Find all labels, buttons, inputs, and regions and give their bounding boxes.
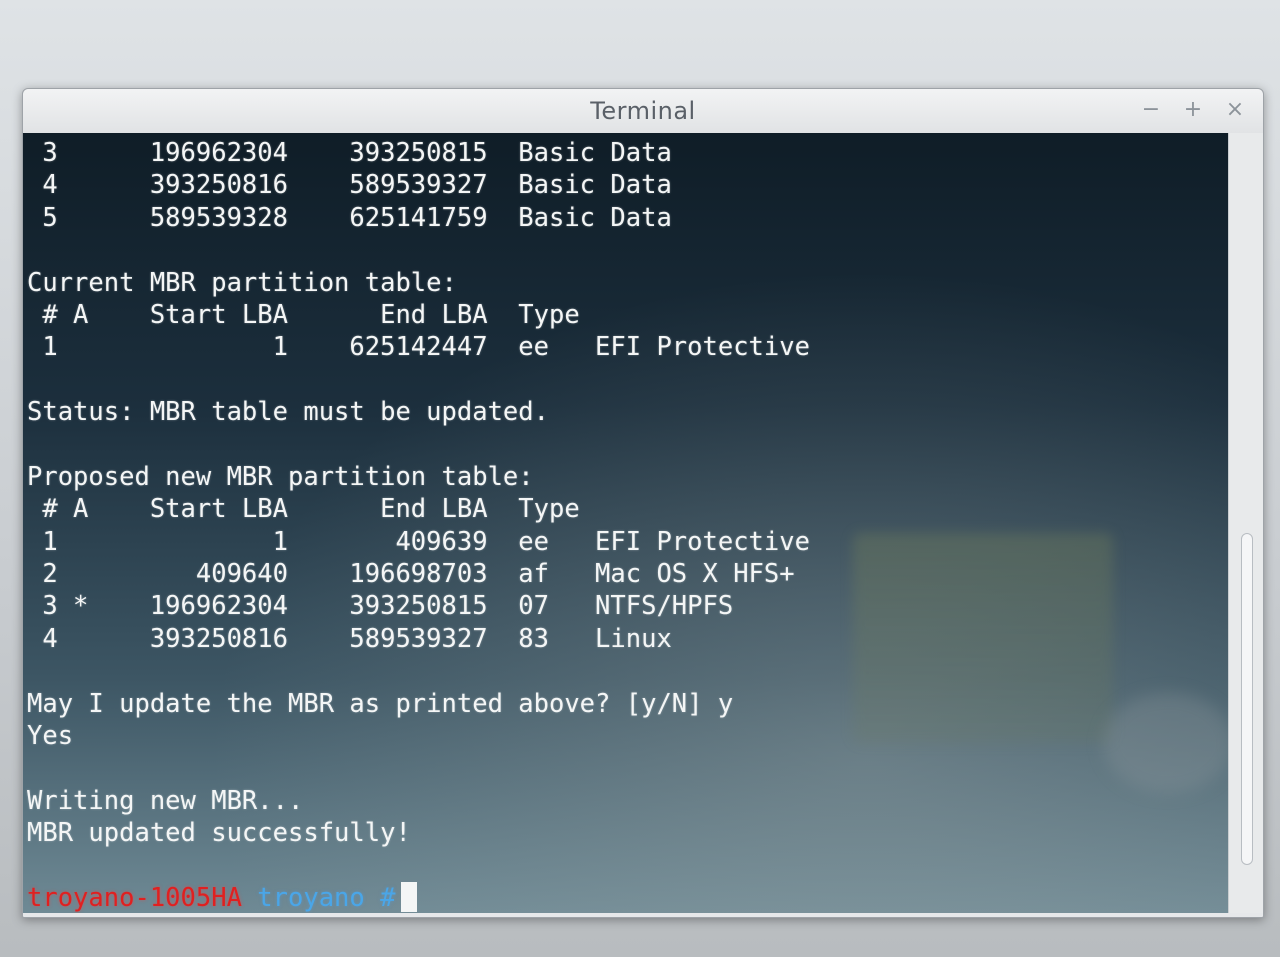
terminal-line: May I update the MBR as printed above? [… [27, 688, 734, 719]
background-wallpaper-blur [853, 533, 1113, 743]
terminal-line: 4 393250816 589539327 83 Linux [27, 623, 672, 654]
terminal-lines: 3 196962304 393250815 Basic Data 4 39325… [27, 137, 810, 913]
close-button[interactable]: × [1225, 97, 1245, 123]
background-wallpaper-shape [1103, 693, 1229, 793]
terminal-line: # A Start LBA End LBA Type [27, 299, 580, 330]
terminal-line: 1 1 409639 ee EFI Protective [27, 526, 810, 557]
terminal-line: 5 589539328 625141759 Basic Data [27, 202, 672, 233]
window-controls: − + × [1141, 97, 1245, 123]
terminal-line: 1 1 625142447 ee EFI Protective [27, 332, 810, 363]
terminal-line: MBR updated successfully! [27, 818, 411, 849]
terminal-line: Writing new MBR... [27, 785, 304, 816]
terminal-line: Proposed new MBR partition table: [27, 461, 534, 492]
desktop: Terminal − + × 3 196962304 393250815 Bas… [0, 0, 1280, 957]
prompt-directory: troyano # [257, 882, 396, 913]
scrollbar[interactable] [1228, 133, 1263, 913]
terminal-window[interactable]: Terminal − + × 3 196962304 393250815 Bas… [22, 88, 1264, 918]
terminal-line: Yes [27, 721, 74, 752]
terminal-line: Current MBR partition table: [27, 267, 457, 298]
scrollbar-thumb[interactable] [1241, 533, 1253, 865]
window-title: Terminal [590, 97, 696, 125]
prompt-hostname: troyano-1005HA [27, 882, 242, 913]
terminal-output[interactable]: 3 196962304 393250815 Basic Data 4 39325… [23, 133, 1229, 913]
minimize-button[interactable]: − [1141, 97, 1161, 123]
shell-prompt[interactable]: troyano-1005HA troyano # [27, 881, 810, 913]
terminal-line: 4 393250816 589539327 Basic Data [27, 170, 672, 201]
terminal-line: 3 * 196962304 393250815 07 NTFS/HPFS [27, 591, 734, 622]
terminal-line: # A Start LBA End LBA Type [27, 494, 580, 525]
maximize-button[interactable]: + [1183, 97, 1203, 123]
terminal-line: 2 409640 196698703 af Mac OS X HFS+ [27, 559, 795, 590]
title-bar[interactable]: Terminal − + × [23, 89, 1263, 133]
text-cursor [401, 881, 418, 912]
terminal-line: 3 196962304 393250815 Basic Data [27, 138, 672, 168]
terminal-line: Status: MBR table must be updated. [27, 397, 549, 428]
